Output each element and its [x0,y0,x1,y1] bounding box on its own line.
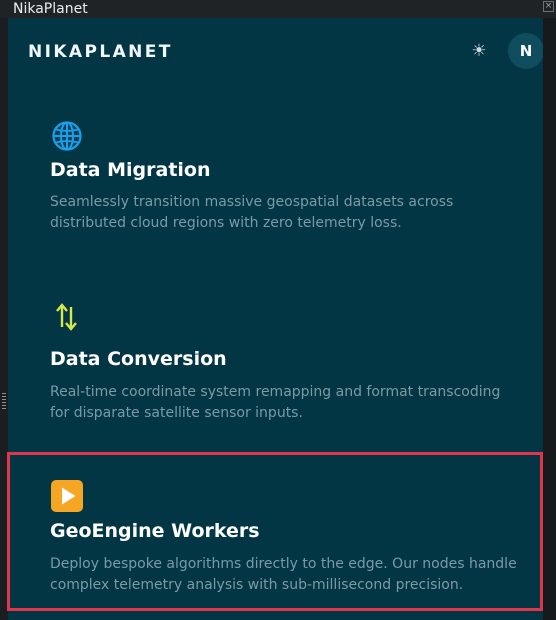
card-description: Deploy bespoke algorithms directly to th… [50,556,517,593]
sun-icon[interactable]: ☀ [468,40,490,62]
window-titlebar: NikaPlanet × [0,0,556,18]
brand-logo[interactable]: NIKAPLANET [28,42,173,62]
up-down-arrows-icon [50,300,84,334]
service-card-data-migration[interactable]: Data Migration Seamlessly transition mas… [8,114,543,264]
service-card-geoengine-workers[interactable]: GeoEngine Workers Deploy bespoke algorit… [7,452,543,611]
avatar[interactable]: N [508,33,544,69]
play-button-icon [50,479,84,513]
card-description: Seamlessly transition massive geospatial… [50,194,454,231]
window-close-icon[interactable]: × [543,1,554,12]
app-panel: NIKAPLANET ☀ N Data Migration Seamlessly… [7,18,544,620]
right-panel-edge [543,18,556,620]
resize-grip-icon[interactable] [2,393,6,411]
window-title: NikaPlanet [13,1,88,17]
service-card-data-conversion[interactable]: Data Conversion Real-time coordinate sys… [8,298,543,448]
card-description: Real-time coordinate system remapping an… [50,384,501,421]
card-title: GeoEngine Workers [50,520,260,542]
card-title: Data Migration [50,159,211,181]
card-title: Data Conversion [50,348,227,370]
globe-icon [50,119,84,153]
